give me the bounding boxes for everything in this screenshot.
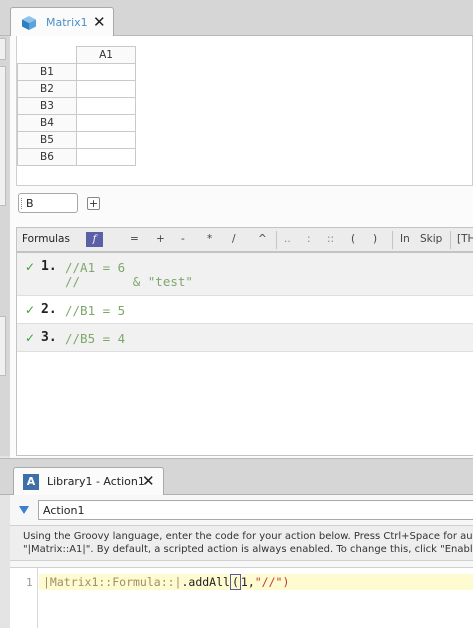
formula-number: 2.	[41, 302, 57, 317]
add-button[interactable]: +	[87, 197, 100, 210]
grid-cell[interactable]	[76, 63, 136, 81]
help-text: Using the Groovy language, enter the cod…	[10, 525, 473, 561]
grid-cell[interactable]	[76, 114, 136, 132]
row-header-b4[interactable]: B4	[17, 114, 77, 132]
op-minus-button[interactable]: -	[181, 233, 185, 245]
code-reference: |Matrix1::Formula::|	[43, 575, 182, 589]
formula-row[interactable]: ✓ 3. //B5 = 4	[17, 324, 473, 352]
op-plus-button[interactable]: +	[156, 233, 165, 245]
formula-number: 1.	[41, 259, 57, 274]
name-input-value: B	[26, 197, 34, 210]
formula-list: ✓ 1. //A1 = 6 // & "test" ✓ 2. //B1 = 5 …	[16, 252, 473, 456]
skip-button[interactable]: Skip	[420, 233, 442, 245]
code-close-paren: )	[282, 575, 290, 589]
grid-cell[interactable]	[76, 97, 136, 115]
op-double-colon-button[interactable]: ::	[327, 233, 334, 245]
code-line[interactable]: |Matrix1::Formula::|.addAll(1,"//")	[39, 574, 473, 590]
op-equals-button[interactable]: =	[130, 233, 139, 245]
th-button[interactable]: [TH	[457, 233, 473, 245]
code-editor[interactable]: 1 |Matrix1::Formula::|.addAll(1,"//")	[10, 567, 473, 628]
action-name-input[interactable]: Action1	[38, 500, 473, 520]
formula-code[interactable]: //B1 = 5	[65, 304, 125, 318]
code-arg-string: "//"	[254, 575, 283, 589]
action-panel: Action1 Using the Groovy language, enter…	[10, 495, 473, 628]
check-icon: ✓	[25, 303, 36, 317]
help-line: "|Matrix::A1|". By default, a scripted a…	[23, 544, 473, 555]
op-colon-button[interactable]: :	[307, 233, 311, 245]
op-divide-button[interactable]: /	[232, 233, 236, 245]
row-header-b1[interactable]: B1	[17, 63, 77, 81]
function-icon[interactable]: f	[86, 232, 103, 247]
code-arg-number: 1,	[240, 575, 255, 589]
line-number: 1	[26, 576, 33, 589]
matrix-grid-panel: A1 B1 B2 B3 B4 B5 B6	[16, 36, 473, 186]
action-icon: A	[23, 474, 39, 490]
tab-action-label: Library1 - Action1	[47, 475, 145, 488]
formula-code[interactable]: //B5 = 4	[65, 332, 125, 346]
close-icon[interactable]: ✕	[93, 13, 106, 31]
code-method: .addAll	[181, 575, 230, 589]
matrix-editor: A1 B1 B2 B3 B4 B5 B6 B + Formulas f = + …	[10, 36, 473, 458]
formula-row[interactable]: ✓ 2. //B1 = 5	[17, 296, 473, 324]
op-power-button[interactable]: ^	[258, 233, 267, 245]
grid-cell[interactable]	[76, 80, 136, 98]
editor-tab-strip: Matrix1 ✕	[0, 0, 473, 37]
line-gutter: 1	[10, 568, 38, 628]
toolbar-separator	[392, 231, 393, 249]
tab-matrix1-label: Matrix1	[46, 16, 88, 29]
toolbar-separator	[276, 231, 277, 249]
tab-matrix1[interactable]: Matrix1 ✕	[10, 7, 114, 37]
cube-icon	[22, 16, 36, 30]
formula-row[interactable]: ✓ 1. //A1 = 6 // & "test"	[17, 253, 473, 296]
op-open-paren-button[interactable]: (	[351, 233, 355, 245]
grid-cell[interactable]	[76, 148, 136, 166]
action-tab-strip: A Library1 - Action1 ✕	[0, 458, 473, 496]
matrix-grid: A1 B1 B2 B3 B4 B5 B6	[17, 46, 136, 166]
code-open-paren: (	[229, 574, 241, 590]
collapse-triangle-icon[interactable]	[19, 506, 29, 514]
row-header-b6[interactable]: B6	[17, 148, 77, 166]
formulas-title: Formulas	[22, 233, 70, 245]
help-line: Using the Groovy language, enter the cod…	[23, 531, 473, 542]
column-header-a1[interactable]: A1	[76, 46, 136, 64]
tab-library1-action1[interactable]: A Library1 - Action1 ✕	[13, 467, 164, 496]
op-range-button[interactable]: ..	[284, 233, 291, 245]
drag-grip-icon	[21, 198, 23, 209]
name-input[interactable]: B	[18, 193, 78, 213]
check-icon: ✓	[25, 331, 36, 345]
grid-corner	[17, 46, 77, 64]
toolbar-separator	[450, 231, 451, 249]
check-icon: ✓	[25, 260, 36, 274]
op-close-paren-button[interactable]: )	[373, 233, 377, 245]
row-header-b2[interactable]: B2	[17, 80, 77, 98]
formula-number: 3.	[41, 330, 57, 345]
grid-cell[interactable]	[76, 131, 136, 149]
in-button[interactable]: In	[400, 233, 410, 245]
close-icon[interactable]: ✕	[142, 472, 155, 490]
row-header-b3[interactable]: B3	[17, 97, 77, 115]
row-header-b5[interactable]: B5	[17, 131, 77, 149]
app-window: Matrix1 ✕ A1 B1 B2 B3 B4 B5 B6 B + Formu…	[0, 0, 473, 628]
formula-toolbar: Formulas f = + - * / ^ .. : :: ( ) In Sk…	[16, 227, 473, 252]
op-multiply-button[interactable]: *	[207, 233, 212, 245]
formula-code[interactable]: //A1 = 6 // & "test"	[65, 261, 193, 289]
name-row: B +	[16, 191, 473, 217]
left-dock-strip	[0, 36, 10, 456]
